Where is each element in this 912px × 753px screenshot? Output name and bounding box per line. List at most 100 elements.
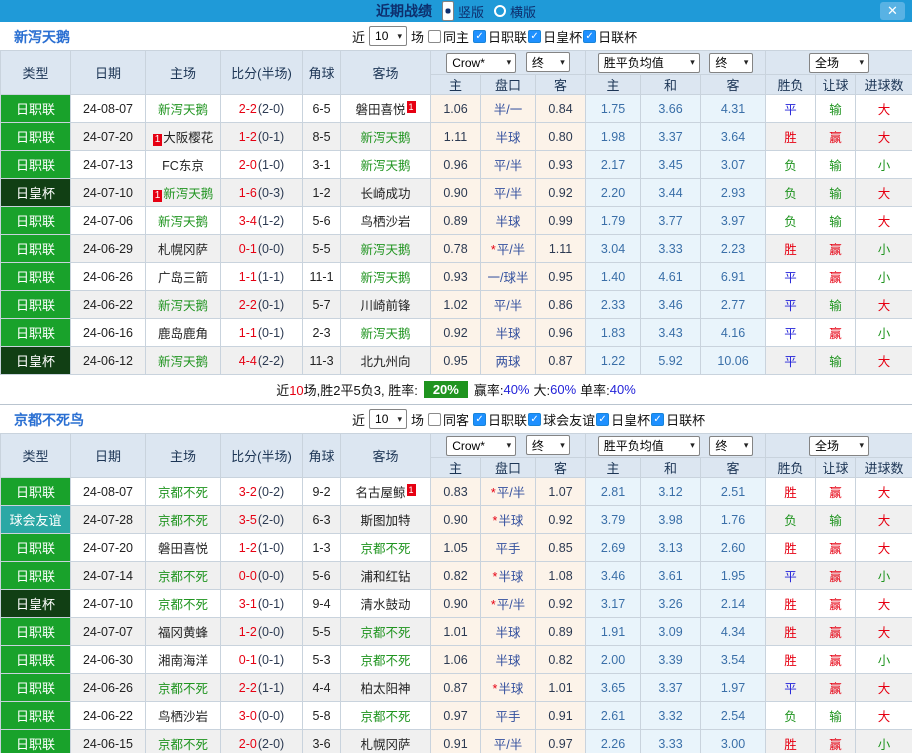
scope-select[interactable]: 全场 ▾: [809, 52, 870, 73]
col-header-home: 主场: [145, 433, 221, 478]
team-section: 新泻天鹅 近 10 ▾ 场 同主 ✓ 日职联 ✓ 日皇杯 ✓ 日联杯 类型 日期…: [0, 22, 912, 405]
live-star-marker: *: [492, 514, 498, 528]
scope-select[interactable]: 全场 ▾: [809, 435, 870, 456]
avg-away-odds: 2.23: [700, 234, 767, 263]
match-row[interactable]: 日职联 24-06-30 湘南海洋 0-1(0-1) 5-3 京都不死 1.06…: [0, 645, 912, 674]
layout-radio-option[interactable]: 竖版: [441, 1, 484, 21]
result-goals-ou: 小: [855, 561, 912, 590]
avg-home-odds: 2.69: [585, 533, 642, 562]
home-team: 京都不死: [145, 561, 221, 590]
result-win-draw-lose: 负: [765, 206, 817, 235]
league-filter-checkbox[interactable]: ✓ 球会友谊: [528, 410, 595, 429]
league-filter-checkbox[interactable]: ✓ 日联杯: [583, 27, 637, 46]
subcol-avg-away: 客: [700, 74, 767, 95]
result-goals-ou: 大: [855, 589, 912, 618]
home-team: 新泻天鹅: [145, 206, 221, 235]
layout-radio-option[interactable]: 横版: [494, 1, 536, 21]
avg-home-odds: 1.83: [585, 318, 642, 347]
halftime-score: (1-1): [257, 269, 285, 284]
match-row[interactable]: 日职联 24-07-20 磐田喜悦 1-2(1-0) 1-3 京都不死 1.05…: [0, 533, 912, 562]
match-row[interactable]: 日职联 24-08-07 京都不死 3-2(0-2) 9-2 名古屋鲸 1 0.8…: [0, 477, 912, 506]
bookmaker-select[interactable]: Crow* ▾: [446, 52, 517, 73]
match-row[interactable]: 日职联 24-06-29 札幌冈萨 0-1(0-0) 5-5 新泻天鹅 0.78…: [0, 234, 912, 263]
corner-score: 3-1: [302, 150, 341, 179]
league-filter-checkbox[interactable]: ✓ 日皇杯: [528, 27, 582, 46]
checkbox-icon[interactable]: ✓: [473, 29, 487, 43]
avg-odds-select[interactable]: 胜平负均值 ▾: [597, 435, 700, 456]
avg-home-odds: 2.20: [585, 178, 642, 207]
halftime-score: (2-2): [257, 353, 285, 368]
checkbox-icon[interactable]: ✓: [528, 412, 542, 426]
match-row[interactable]: 日皇杯 24-07-10 1 新泻天鹅 1-6(0-3) 1-2 长崎成功 0.9…: [0, 178, 912, 207]
match-row[interactable]: 日职联 24-06-22 新泻天鹅 2-2(0-1) 5-7 川崎前锋 1.02…: [0, 290, 912, 319]
checkbox-icon[interactable]: [428, 412, 442, 426]
checkbox-icon[interactable]: ✓: [473, 412, 487, 426]
halftime-score: (2-0): [257, 101, 285, 116]
close-button[interactable]: ✕: [880, 2, 905, 20]
avg-away-odds: 10.06: [700, 346, 767, 375]
home-team-name: 京都不死: [157, 514, 208, 528]
avg-away-odds: 4.31: [700, 94, 767, 123]
handicap-line: *半球: [480, 561, 536, 590]
league-filter-checkbox[interactable]: ✓ 日职联: [473, 410, 527, 429]
odds-stage-select[interactable]: 终 ▾: [525, 435, 570, 456]
away-team: 京都不死: [340, 617, 431, 646]
radio-icon[interactable]: [494, 5, 506, 17]
match-row[interactable]: 日职联 24-08-07 新泻天鹅 2-2(2-0) 6-5 磐田喜悦 1 1.0…: [0, 94, 912, 123]
radio-icon[interactable]: [441, 1, 454, 21]
match-row[interactable]: 日职联 24-07-13 FC东京 2-0(1-0) 3-1 新泻天鹅 0.96…: [0, 150, 912, 179]
live-star-marker: *: [490, 598, 496, 612]
match-date: 24-06-22: [70, 701, 146, 730]
avg-stage-select[interactable]: 终 ▾: [709, 52, 754, 73]
checkbox-icon[interactable]: ✓: [651, 412, 665, 426]
handicap-away-odds: 0.82: [534, 645, 587, 674]
match-row[interactable]: 日职联 24-07-07 福冈黄蜂 1-2(0-0) 5-5 京都不死 1.01…: [0, 617, 912, 646]
match-row[interactable]: 日职联 24-07-14 京都不死 0-0(0-0) 5-6 浦和红钻 0.82…: [0, 561, 912, 590]
handicap-home-odds: 1.01: [430, 617, 481, 646]
checkbox-icon[interactable]: ✓: [528, 29, 542, 43]
match-row[interactable]: 日皇杯 24-06-12 新泻天鹅 4-4(2-2) 11-3 北九州向 0.9…: [0, 346, 912, 375]
near-label: 近: [352, 29, 366, 45]
bookmaker-select[interactable]: Crow* ▾: [446, 435, 517, 456]
avg-draw-odds: 3.45: [640, 150, 702, 179]
match-row[interactable]: 日职联 24-06-15 京都不死 2-0(2-0) 3-6 札幌冈萨 0.91…: [0, 729, 912, 753]
checkbox-icon[interactable]: ✓: [596, 412, 610, 426]
match-score: 3-2(0-2): [220, 477, 303, 506]
match-row[interactable]: 日职联 24-07-06 新泻天鹅 3-4(1-2) 5-6 鸟栖沙岩 0.89…: [0, 206, 912, 235]
match-row[interactable]: 日皇杯 24-07-10 京都不死 3-1(0-1) 9-4 清水鼓动 0.90…: [0, 589, 912, 618]
home-team: 鹿岛鹿角: [145, 318, 221, 347]
col-header-corner: 角球: [302, 433, 341, 478]
match-row[interactable]: 日职联 24-06-22 鸟栖沙岩 3-0(0-0) 5-8 京都不死 0.97…: [0, 701, 912, 730]
avg-odds-select[interactable]: 胜平负均值 ▾: [597, 52, 700, 73]
halftime-score: (0-0): [257, 624, 285, 639]
match-date: 24-08-07: [70, 94, 146, 123]
avg-stage-select[interactable]: 终 ▾: [709, 435, 754, 456]
match-score: 2-2(1-1): [220, 673, 303, 702]
match-row[interactable]: 日职联 24-06-26 广岛三箭 1-1(1-1) 11-1 新泻天鹅 0.9…: [0, 262, 912, 291]
league-filter-checkbox[interactable]: ✓ 日皇杯: [596, 410, 650, 429]
result-goals-ou: 小: [855, 234, 912, 263]
handicap-away-odds: 1.07: [534, 477, 587, 506]
match-count-select[interactable]: 10 ▾: [369, 26, 408, 46]
match-score: 4-4(2-2): [220, 346, 303, 375]
checkbox-icon[interactable]: ✓: [583, 29, 597, 43]
rank-badge: 1: [152, 190, 163, 202]
same-venue-checkbox[interactable]: 同主: [428, 27, 469, 46]
avg-home-odds: 2.00: [585, 645, 642, 674]
odds-stage-select[interactable]: 终 ▾: [525, 52, 570, 73]
match-row[interactable]: 日职联 24-07-20 1 大阪樱花 1-2(0-1) 8-5 新泻天鹅 1.1…: [0, 122, 912, 151]
avg-draw-odds: 3.37: [640, 673, 702, 702]
league-filter-checkbox[interactable]: ✓ 日职联: [473, 27, 527, 46]
match-row[interactable]: 日职联 24-06-26 京都不死 2-2(1-1) 4-4 柏太阳神 0.87…: [0, 673, 912, 702]
match-score: 2-2(0-1): [220, 290, 303, 319]
rank-badge: 1: [406, 101, 416, 113]
fulltime-score: 1-2: [238, 540, 257, 555]
match-row[interactable]: 球会友谊 24-07-28 京都不死 3-5(2-0) 6-3 斯图加特 0.9…: [0, 505, 912, 534]
same-venue-checkbox[interactable]: 同客: [428, 410, 469, 429]
match-date: 24-06-16: [70, 318, 146, 347]
checkbox-icon[interactable]: [428, 29, 442, 43]
match-row[interactable]: 日职联 24-06-16 鹿岛鹿角 1-1(0-1) 2-3 新泻天鹅 0.92…: [0, 318, 912, 347]
avg-away-odds: 1.97: [700, 673, 767, 702]
league-filter-checkbox[interactable]: ✓ 日联杯: [651, 410, 705, 429]
match-count-select[interactable]: 10 ▾: [369, 409, 408, 429]
